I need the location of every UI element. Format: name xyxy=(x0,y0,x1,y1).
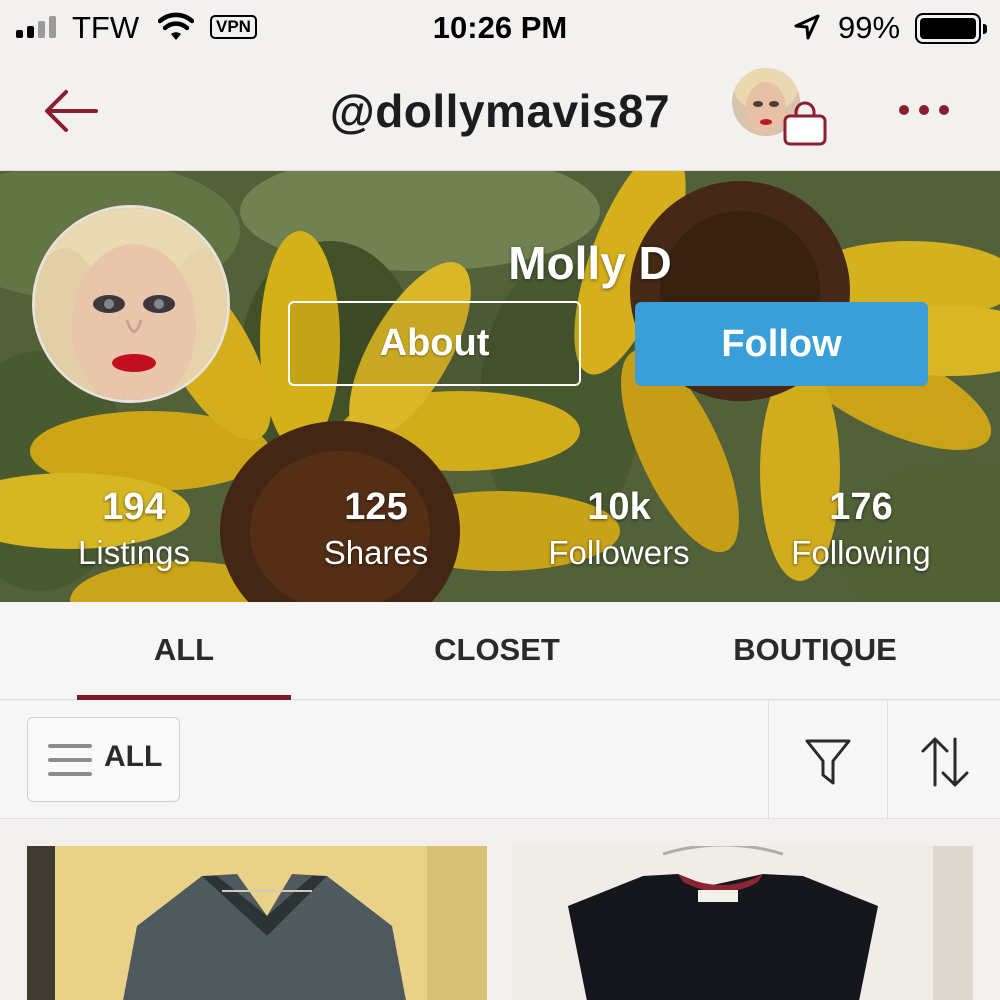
stat-label: Followers xyxy=(548,534,690,571)
divider xyxy=(768,701,769,819)
stat-value: 176 xyxy=(829,486,893,528)
shopping-bag-icon[interactable] xyxy=(782,100,828,146)
closet-tabs: ALL CLOSET BOUTIQUE xyxy=(0,602,1000,700)
tab-closet[interactable]: CLOSET xyxy=(390,602,604,700)
stat-value: 125 xyxy=(344,486,408,528)
closet-page: TFW VPN 10:26 PM 99% @dollymavis87 Molly… xyxy=(0,0,1000,1000)
active-tab-indicator xyxy=(77,695,291,700)
page-title: @dollymavis87 xyxy=(329,85,671,137)
listing-grid xyxy=(0,820,1000,1000)
stat-value: 10k xyxy=(587,486,651,528)
stat-label: Following xyxy=(791,534,931,571)
profile-avatar[interactable] xyxy=(32,205,230,403)
listing-photo xyxy=(513,846,973,1000)
stat-label: Shares xyxy=(323,534,429,571)
tab-label: BOUTIQUE xyxy=(733,632,897,667)
divider xyxy=(887,701,888,819)
category-dropdown-button[interactable]: ALL xyxy=(27,717,180,802)
stat-following[interactable]: 176 Following xyxy=(741,484,981,576)
tab-label: CLOSET xyxy=(434,632,560,667)
follow-button[interactable]: Follow xyxy=(635,302,928,386)
stat-value: 194 xyxy=(102,486,166,528)
battery-icon xyxy=(915,13,987,44)
filter-bar: ALL xyxy=(0,701,1000,819)
profile-stats: 194 Listings 125 Shares 10k Followers 17… xyxy=(0,484,1000,584)
listing-card[interactable] xyxy=(513,846,973,1000)
stat-followers[interactable]: 10k Followers xyxy=(499,484,739,576)
listing-card[interactable] xyxy=(27,846,487,1000)
nav-bar: @dollymavis87 xyxy=(0,56,1000,171)
about-button[interactable]: About xyxy=(288,301,581,386)
filter-funnel-icon[interactable] xyxy=(804,737,852,787)
tab-boutique[interactable]: BOUTIQUE xyxy=(700,602,930,700)
hamburger-menu-icon xyxy=(48,744,92,776)
display-name: Molly D xyxy=(508,237,672,289)
stat-label: Listings xyxy=(78,534,190,571)
status-bar: TFW VPN 10:26 PM 99% xyxy=(0,0,1000,56)
more-dots-icon[interactable] xyxy=(896,100,952,120)
tab-label: ALL xyxy=(153,632,215,667)
tab-all[interactable]: ALL xyxy=(77,602,291,700)
stat-listings[interactable]: 194 Listings xyxy=(14,484,254,576)
battery-percent: 99% xyxy=(838,10,901,45)
stat-shares[interactable]: 125 Shares xyxy=(256,484,496,576)
category-label: ALL xyxy=(104,740,163,773)
listing-photo xyxy=(27,846,487,1000)
location-arrow-icon xyxy=(794,14,820,40)
sort-arrows-icon[interactable] xyxy=(920,735,970,789)
